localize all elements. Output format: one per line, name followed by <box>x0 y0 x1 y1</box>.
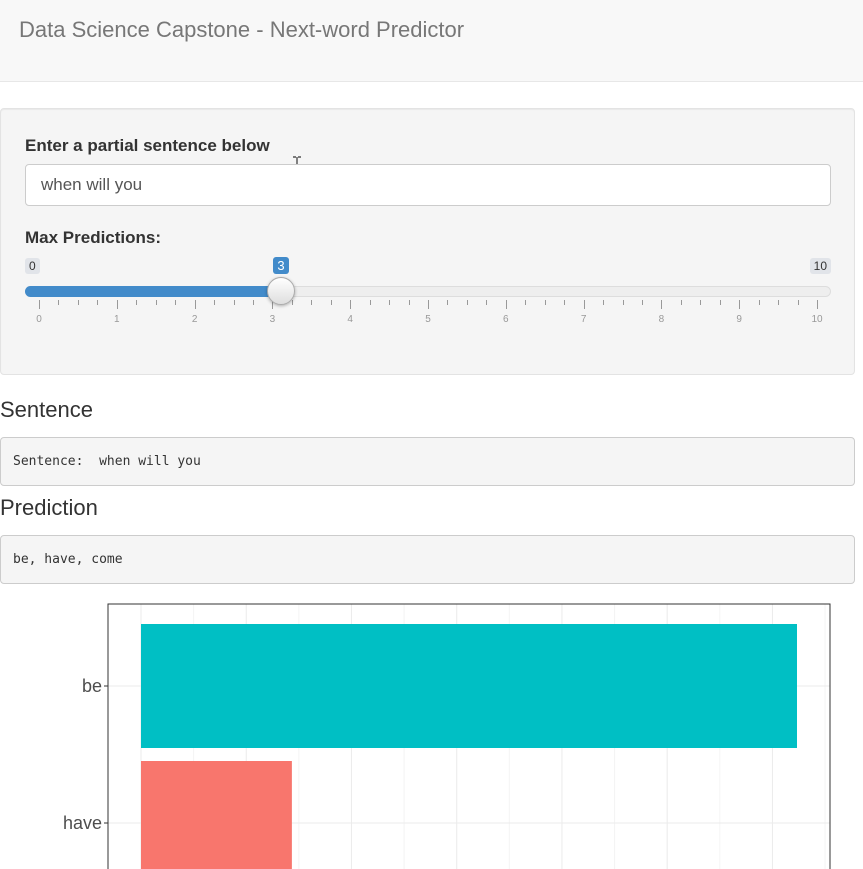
slider-tick-minor <box>700 300 702 305</box>
slider-tick-major <box>661 300 663 309</box>
slider-min-label: 0 <box>25 258 40 274</box>
sentence-input-label: Enter a partial sentence below <box>25 136 270 155</box>
slider-tick-minor <box>408 300 410 305</box>
slider-tick-minor <box>136 300 138 305</box>
slider-tick-minor <box>544 300 546 305</box>
slider-tick-minor <box>778 300 780 305</box>
slider-tick-major <box>739 300 741 309</box>
slider-tick-minor <box>525 300 527 305</box>
bar-be <box>141 624 797 748</box>
slider-tick-minor <box>97 300 99 305</box>
slider-tick-minor <box>486 300 488 305</box>
slider-tick-major <box>817 300 818 309</box>
slider-tick-label: 5 <box>425 314 431 325</box>
slider-tick-minor <box>466 300 468 305</box>
sentence-input[interactable] <box>25 164 831 206</box>
slider-tick-minor <box>175 300 177 305</box>
navbar: Data Science Capstone - Next-word Predic… <box>0 0 863 82</box>
slider-value-badge: 3 <box>273 257 289 274</box>
slider-tick-minor <box>369 300 371 305</box>
slider-tick-minor <box>233 300 235 305</box>
slider-tick-minor <box>214 300 216 305</box>
slider-tick-minor <box>155 300 157 305</box>
app-title: Data Science Capstone - Next-word Predic… <box>19 17 465 42</box>
slider-tick-minor <box>389 300 391 305</box>
slider-tick-label: 3 <box>269 314 276 325</box>
max-predictions-label: Max Predictions: <box>25 228 162 247</box>
slider-tick-minor <box>641 300 643 305</box>
slider-tick-major <box>583 300 585 309</box>
prediction-bar-chart: be have <box>63 603 831 869</box>
slider-tick-label: 8 <box>658 314 665 325</box>
slider-tick-minor <box>758 300 760 305</box>
prediction-heading: Prediction <box>0 495 98 520</box>
slider-tick-minor <box>797 300 799 305</box>
slider-tick-minor <box>680 300 682 305</box>
slider-tick-minor <box>291 300 293 305</box>
sentence-heading: Sentence <box>0 397 93 422</box>
slider-tick-label: 9 <box>736 314 742 325</box>
slider-tick-label: 0 <box>36 314 42 325</box>
slider-tick-major <box>350 300 352 309</box>
slider-tick-minor <box>77 300 79 305</box>
prediction-output: be, have, come <box>0 535 855 584</box>
slider-tick-major <box>39 300 40 309</box>
slider-tick-label: 4 <box>347 314 353 325</box>
slider-tick-label: 7 <box>580 314 587 325</box>
slider-tick-minor <box>564 300 566 305</box>
slider-tick-label: 6 <box>503 314 509 325</box>
y-tick-label: have <box>63 813 102 833</box>
slider-tick-minor <box>447 300 449 305</box>
slider-tick-major <box>194 300 196 309</box>
slider-tick-minor <box>252 300 254 305</box>
slider-tick-label: 2 <box>191 314 198 325</box>
slider-tick-major <box>116 300 118 309</box>
slider-tick-minor <box>622 300 624 305</box>
slider-tick-minor <box>719 300 721 305</box>
slider-tick-minor <box>58 300 60 305</box>
y-tick-label: be <box>82 676 102 696</box>
max-predictions-slider[interactable]: 0 10 3 0 1 2 3 4 5 6 7 8 9 10 <box>25 254 831 334</box>
slider-tick-major <box>428 300 429 309</box>
slider-tick-minor <box>603 300 605 305</box>
slider-tick-label: 1 <box>114 314 120 325</box>
slider-tick-label: 10 <box>811 314 823 325</box>
sentence-output: Sentence: when will you <box>0 437 855 486</box>
slider-max-label: 10 <box>809 258 831 274</box>
slider-tick-minor <box>311 300 313 305</box>
slider-tick-major <box>505 300 507 309</box>
slider-fill <box>25 286 282 297</box>
slider-tick-minor <box>330 300 332 305</box>
input-panel: Enter a partial sentence below Max Predi… <box>0 108 855 375</box>
bar-have <box>141 761 292 869</box>
